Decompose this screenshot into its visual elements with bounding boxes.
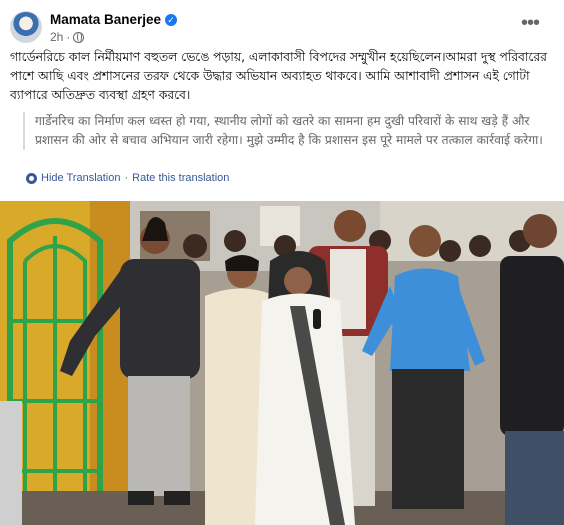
person-left-edge bbox=[0, 401, 22, 525]
translate-gear-icon bbox=[26, 172, 37, 184]
globe-icon[interactable] bbox=[73, 31, 85, 43]
more-options-icon[interactable]: ••• bbox=[518, 13, 542, 37]
post-header: Mamata Banerjee ✓ 2h · ••• bbox=[10, 9, 554, 49]
link-separator: · bbox=[124, 172, 129, 184]
author-row: Mamata Banerjee ✓ bbox=[50, 12, 178, 27]
verified-badge-icon: ✓ bbox=[165, 13, 178, 26]
person-right-black-shirt bbox=[500, 214, 564, 525]
translated-text: गार्डेनरिच का निर्माण कल ध्वस्त हो गया, … bbox=[23, 112, 555, 150]
author-name[interactable]: Mamata Banerjee bbox=[50, 12, 161, 27]
rate-translation-link[interactable]: Rate this translation bbox=[132, 172, 229, 184]
meta-dot: · bbox=[66, 30, 71, 44]
hide-translation-link[interactable]: Hide Translation bbox=[41, 172, 121, 184]
photo-scene bbox=[0, 201, 564, 525]
profile-avatar[interactable] bbox=[10, 11, 42, 43]
facebook-post: Mamata Banerjee ✓ 2h · ••• গার্ডেনরিচে ক… bbox=[0, 0, 564, 525]
post-timestamp[interactable]: 2h bbox=[50, 30, 63, 44]
translation-controls: Hide Translation · Rate this translation bbox=[26, 172, 229, 184]
post-text: গার্ডেনরিচে কাল নির্মীয়মাণ বহুতল ভেঙে প… bbox=[10, 50, 547, 102]
post-photo[interactable] bbox=[0, 201, 564, 525]
post-meta: 2h · bbox=[50, 30, 85, 44]
